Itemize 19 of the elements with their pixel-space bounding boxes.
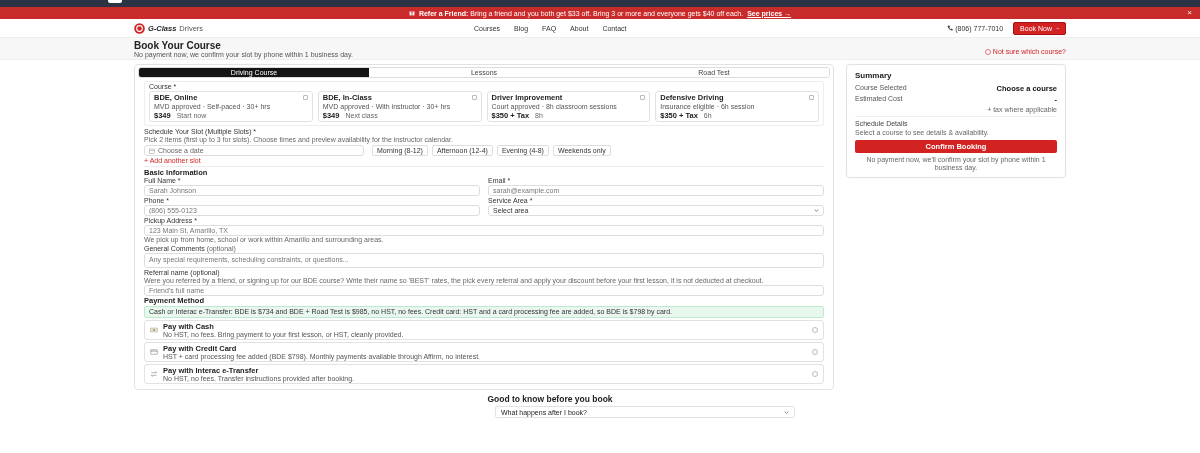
gift-icon xyxy=(408,10,415,16)
calendar-icon xyxy=(149,147,155,154)
caret-icon xyxy=(784,410,789,414)
tab-shape xyxy=(108,0,122,3)
phone-icon xyxy=(947,25,954,31)
faq-title: Good to know before you book xyxy=(487,394,613,404)
logo-icon xyxy=(134,22,145,34)
checkbox[interactable] xyxy=(640,95,646,100)
checkbox[interactable] xyxy=(809,95,814,100)
transfer-icon xyxy=(150,370,158,378)
credit-card-icon xyxy=(150,348,158,356)
close-button[interactable]: × xyxy=(1187,9,1192,17)
checkbox[interactable] xyxy=(471,95,477,100)
page-title: Book Your Course xyxy=(134,40,222,51)
cash-icon xyxy=(150,326,158,334)
caret-icon xyxy=(814,209,819,212)
summary-title: Summary xyxy=(855,71,893,80)
help-icon xyxy=(984,48,991,55)
checkbox[interactable] xyxy=(302,95,308,100)
